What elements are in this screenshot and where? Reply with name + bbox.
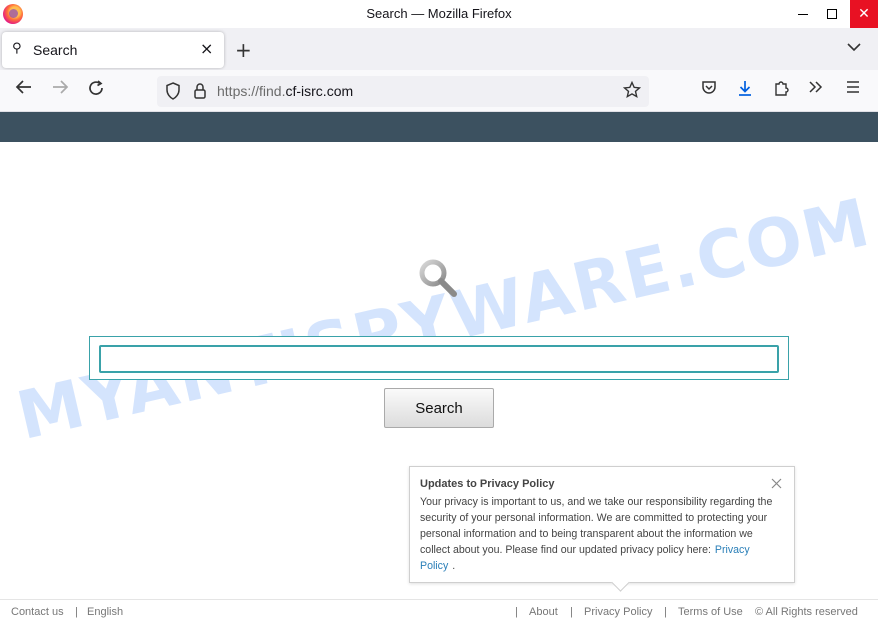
- navigation-toolbar: https://find.cf-isrc.com: [0, 70, 878, 112]
- download-icon: [739, 81, 751, 96]
- privacy-policy-popup: Updates to Privacy Policy Your privacy i…: [409, 466, 795, 583]
- window-titlebar: Search — Mozilla Firefox ✕: [0, 0, 878, 28]
- downloads-button[interactable]: [734, 79, 756, 101]
- list-all-tabs-button[interactable]: [847, 40, 861, 56]
- forward-arrow-icon: [53, 80, 69, 94]
- window-title: Search — Mozilla Firefox: [366, 6, 512, 21]
- url-text[interactable]: https://find.cf-isrc.com: [217, 83, 353, 99]
- overflow-icon: [809, 81, 823, 93]
- lock-icon-svg: [194, 83, 206, 99]
- minimize-button[interactable]: [789, 0, 817, 28]
- close-icon: ✕: [858, 6, 870, 22]
- reload-icon: [89, 80, 103, 95]
- bookmark-star-button[interactable]: [622, 80, 642, 104]
- back-button[interactable]: [12, 79, 36, 100]
- maximize-icon: [827, 9, 837, 19]
- extensions-icon: [775, 81, 789, 96]
- close-popup-button[interactable]: [771, 475, 782, 493]
- popup-title: Updates to Privacy Policy: [420, 478, 555, 490]
- popup-body: Your privacy is important to us, and we …: [420, 494, 782, 574]
- page-footer: Contact us | English | About | Privacy P…: [0, 599, 878, 625]
- footer-separator: |: [570, 606, 573, 618]
- magnifier-icon: [419, 259, 457, 297]
- close-window-button[interactable]: ✕: [850, 0, 878, 28]
- close-tab-button[interactable]: ×: [200, 39, 213, 58]
- footer-contact-link[interactable]: Contact us: [11, 606, 64, 618]
- shield-icon[interactable]: [165, 82, 181, 104]
- footer-about-link[interactable]: About: [529, 606, 558, 618]
- search-button[interactable]: Search: [384, 388, 494, 428]
- overflow-menu-button[interactable]: [805, 79, 827, 98]
- url-prefix: https://find.: [217, 83, 286, 99]
- extensions-button[interactable]: [770, 79, 792, 101]
- tab-label: Search: [33, 42, 78, 58]
- new-tab-button[interactable]: +: [235, 38, 252, 62]
- footer-separator: |: [664, 606, 667, 618]
- tab-strip: ⚲ Search × +: [0, 28, 878, 70]
- popup-trailing: .: [452, 560, 456, 572]
- star-icon: [622, 80, 642, 99]
- minimize-icon: [798, 13, 808, 15]
- app-menu-button[interactable]: [842, 79, 864, 98]
- pocket-icon: [702, 81, 716, 94]
- footer-separator: |: [75, 606, 78, 618]
- footer-copyright: © All Rights reserved: [755, 606, 858, 618]
- footer-separator: |: [515, 606, 518, 618]
- page-header-band: [0, 112, 878, 142]
- search-box-frame: [89, 336, 789, 380]
- reload-button[interactable]: [84, 79, 108, 102]
- search-icon: ⚲: [12, 41, 22, 56]
- lock-icon[interactable]: [193, 82, 207, 104]
- footer-terms-link[interactable]: Terms of Use: [678, 606, 743, 618]
- menu-icon: [847, 81, 859, 93]
- footer-language-link[interactable]: English: [87, 606, 123, 618]
- forward-button[interactable]: [48, 79, 72, 100]
- chevron-down-icon: [847, 43, 861, 52]
- url-host: cf-isrc.com: [285, 83, 354, 99]
- back-arrow-icon: [15, 80, 31, 94]
- url-bar[interactable]: https://find.cf-isrc.com: [157, 76, 649, 107]
- pocket-button[interactable]: [698, 79, 720, 99]
- close-icon: [771, 478, 782, 489]
- shield-icon-svg: [166, 82, 180, 100]
- maximize-button[interactable]: [818, 0, 846, 28]
- tab-search[interactable]: ⚲ Search ×: [2, 32, 224, 68]
- search-input[interactable]: [99, 345, 779, 373]
- footer-privacy-link[interactable]: Privacy Policy: [584, 606, 652, 618]
